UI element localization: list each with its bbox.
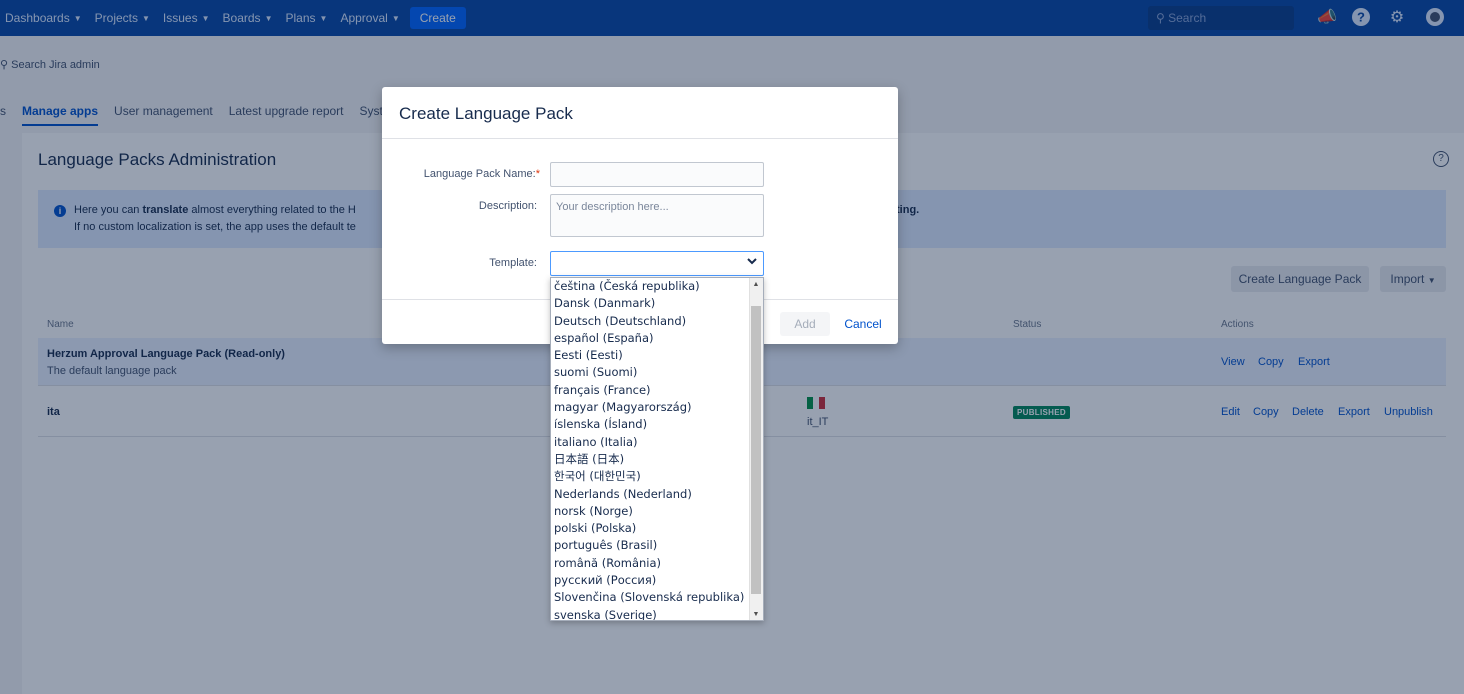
description-placeholder: Your description here... [556,201,669,213]
template-option[interactable]: magyar (Magyarország) [551,399,763,416]
scroll-down-icon[interactable]: ▼ [749,608,763,620]
template-option[interactable]: Dansk (Danmark) [551,295,763,312]
template-option[interactable]: Deutsch (Deutschland) [551,313,763,330]
dialog-title: Create Language Pack [399,104,573,123]
template-option[interactable]: Eesti (Eesti) [551,347,763,364]
cancel-button[interactable]: Cancel [838,312,888,336]
description-field[interactable]: Your description here... [550,194,764,237]
scroll-thumb[interactable] [751,306,761,594]
template-option[interactable]: Slovenčina (Slovenská republika) [551,589,763,606]
scroll-up-icon[interactable]: ▲ [749,278,763,292]
name-label: Language Pack Name:* [400,168,540,180]
scrollbar[interactable]: ▲ ▼ [749,278,763,620]
template-option[interactable]: suomi (Suomi) [551,364,763,381]
template-option[interactable]: русский (Россия) [551,572,763,589]
template-dropdown-list[interactable]: čeština (Česká republika) Dansk (Danmark)… [550,277,764,621]
template-option[interactable]: 한국어 (대한민국) [551,468,763,485]
template-option[interactable]: italiano (Italia) [551,434,763,451]
template-option[interactable]: română (România) [551,555,763,572]
template-select[interactable] [550,251,764,276]
language-pack-name-field[interactable] [550,162,764,187]
template-label: Template: [489,257,537,269]
template-option[interactable]: polski (Polska) [551,520,763,537]
template-option[interactable]: norsk (Norge) [551,503,763,520]
add-button[interactable]: Add [780,312,830,336]
template-option[interactable]: íslenska (Ísland) [551,416,763,433]
template-option[interactable]: Nederlands (Nederland) [551,486,763,503]
divider [382,138,898,139]
description-label: Description: [478,200,537,212]
chevron-down-icon [746,255,758,270]
template-option[interactable]: 日本語 (日本) [551,451,763,468]
template-option[interactable]: português (Brasil) [551,537,763,554]
template-option[interactable]: svenska (Sverige) [551,607,763,620]
template-option[interactable]: čeština (Česká republika) [551,278,763,295]
required-mark: * [535,168,540,180]
name-label-text: Language Pack Name: [423,168,536,180]
template-options: čeština (Česká republika) Dansk (Danmark)… [551,278,763,620]
template-option[interactable]: español (España) [551,330,763,347]
template-option[interactable]: français (France) [551,382,763,399]
